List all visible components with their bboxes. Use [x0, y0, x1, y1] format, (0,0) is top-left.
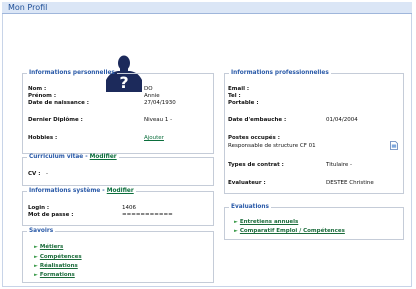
- arrow-bullet-icon: ►: [234, 228, 238, 234]
- password-value: ===========: [122, 212, 173, 218]
- list-item[interactable]: ► Métiers: [34, 244, 63, 250]
- system-modify-link[interactable]: Modifier: [107, 188, 134, 194]
- prenom-value: Annie: [144, 93, 160, 99]
- evaluations-link-comparatif[interactable]: Comparatif Emploi / Compétences: [240, 228, 345, 234]
- document-icon[interactable]: [390, 141, 398, 150]
- arrow-bullet-icon: ►: [234, 219, 238, 225]
- list-item[interactable]: ► Formations: [34, 272, 75, 278]
- hobbies-label: Hobbies :: [28, 135, 58, 141]
- cv-section: Curriculum vitae - Modifier: [22, 154, 214, 186]
- cv-label: CV :: [28, 171, 41, 177]
- list-item[interactable]: ► Compétences: [34, 254, 82, 260]
- arrow-bullet-icon: ►: [34, 244, 38, 250]
- password-label: Mot de passe :: [28, 212, 74, 218]
- arrow-bullet-icon: ►: [34, 254, 38, 260]
- postes-label: Postes occupés :: [228, 135, 280, 141]
- embauche-label: Date d'embauche :: [228, 117, 287, 123]
- contrat-label: Types de contrat :: [228, 162, 284, 168]
- cv-legend: Curriculum vitae -: [29, 154, 90, 160]
- portable-label: Portable :: [228, 100, 259, 106]
- evaluations-link-entretiens[interactable]: Entretiens annuels: [240, 219, 298, 225]
- list-item[interactable]: ► Entretiens annuels: [234, 219, 298, 225]
- arrow-bullet-icon: ►: [34, 263, 38, 269]
- naissance-label: Date de naissance :: [28, 100, 89, 106]
- savoirs-link-realisations[interactable]: Réalisations: [40, 263, 78, 269]
- hobbies-add-link[interactable]: Ajouter: [144, 135, 164, 141]
- login-label: Login :: [28, 205, 50, 211]
- naissance-value: 27/04/1930: [144, 100, 176, 106]
- login-value: 1406: [122, 205, 136, 211]
- tel-label: Tel :: [228, 93, 241, 99]
- nom-value: DO: [144, 86, 153, 92]
- prenom-label: Prénom :: [28, 93, 57, 99]
- email-label: Email :: [228, 86, 250, 92]
- diplome-value: Niveau 1 -: [144, 117, 173, 123]
- postes-value: Responsable de structure CF 01: [228, 143, 316, 149]
- nom-label: Nom :: [28, 86, 47, 92]
- window-title: Mon Profil: [8, 3, 48, 12]
- personal-info-legend: Informations personnelles: [29, 70, 115, 76]
- savoirs-link-formations[interactable]: Formations: [40, 272, 75, 278]
- contrat-value: Titulaire -: [326, 162, 353, 168]
- savoirs-legend: Savoirs: [29, 228, 54, 234]
- window-titlebar: Mon Profil: [2, 2, 412, 14]
- savoirs-link-competences[interactable]: Compétences: [40, 254, 82, 260]
- personal-info-section: Informations personnelles: [22, 70, 214, 154]
- list-item[interactable]: ► Comparatif Emploi / Compétences: [234, 228, 345, 234]
- diplome-label: Dernier Diplôme :: [28, 117, 83, 123]
- professional-info-legend: Informations professionnelles: [231, 70, 329, 76]
- list-item[interactable]: ► Réalisations: [34, 263, 78, 269]
- evaluateur-label: Evaluateur :: [228, 180, 266, 186]
- cv-value: -: [46, 171, 48, 177]
- system-info-section: Informations système - Modifier: [22, 188, 214, 226]
- embauche-value: 01/04/2004: [326, 117, 358, 123]
- savoirs-link-metiers[interactable]: Métiers: [40, 244, 63, 250]
- professional-info-section: Informations professionnelles: [224, 70, 404, 194]
- cv-modify-link[interactable]: Modifier: [90, 154, 117, 160]
- evaluations-legend: Evaluations: [231, 204, 269, 210]
- evaluateur-value: DESTEE Christine: [326, 180, 374, 186]
- arrow-bullet-icon: ►: [34, 272, 38, 278]
- system-legend: Informations système -: [29, 188, 107, 194]
